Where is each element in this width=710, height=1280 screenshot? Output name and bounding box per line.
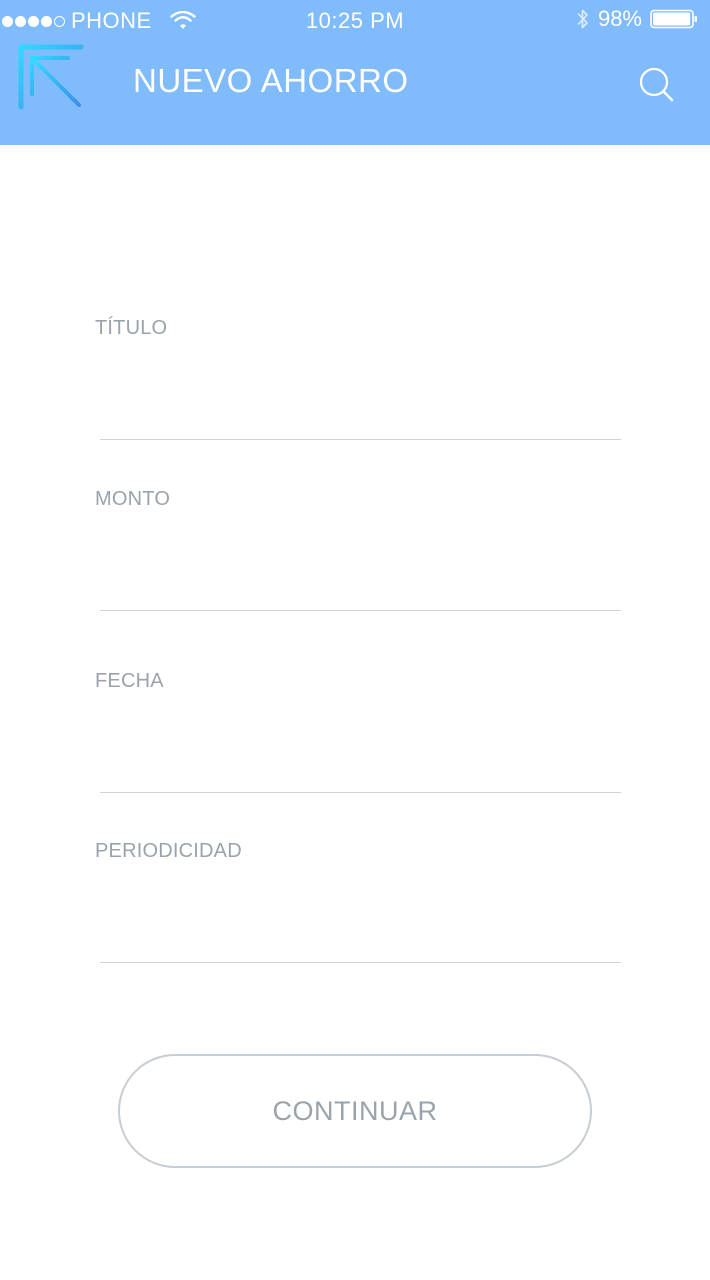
continue-button[interactable]: CONTINUAR — [118, 1054, 592, 1168]
field-label-periodicidad: PERIODICIDAD — [95, 840, 242, 862]
bluetooth-icon — [577, 9, 588, 29]
back-button[interactable] — [18, 44, 84, 110]
field-label-fecha: FECHA — [95, 670, 164, 692]
battery-icon — [650, 9, 697, 29]
status-bar: PHONE 10:25 PM 98% — [0, 0, 710, 42]
battery-percent: 98% — [597, 6, 642, 31]
app-screen: PHONE 10:25 PM 98% NUEVO AHORRO TÍTULO M… — [0, 0, 710, 1280]
titulo-input[interactable] — [100, 380, 621, 440]
monto-input[interactable] — [100, 551, 621, 611]
search-button[interactable] — [636, 64, 676, 104]
search-icon — [639, 67, 674, 102]
arrow-up-left-icon — [18, 44, 84, 110]
page-title: NUEVO AHORRO — [133, 62, 409, 99]
header: PHONE 10:25 PM 98% NUEVO AHORRO — [0, 0, 710, 145]
status-right: 98% — [576, 6, 698, 32]
periodicidad-input[interactable] — [100, 903, 621, 963]
field-label-titulo: TÍTULO — [95, 317, 168, 339]
fecha-input[interactable] — [100, 733, 621, 793]
nav-bar: NUEVO AHORRO — [0, 42, 710, 145]
field-label-monto: MONTO — [95, 488, 171, 510]
